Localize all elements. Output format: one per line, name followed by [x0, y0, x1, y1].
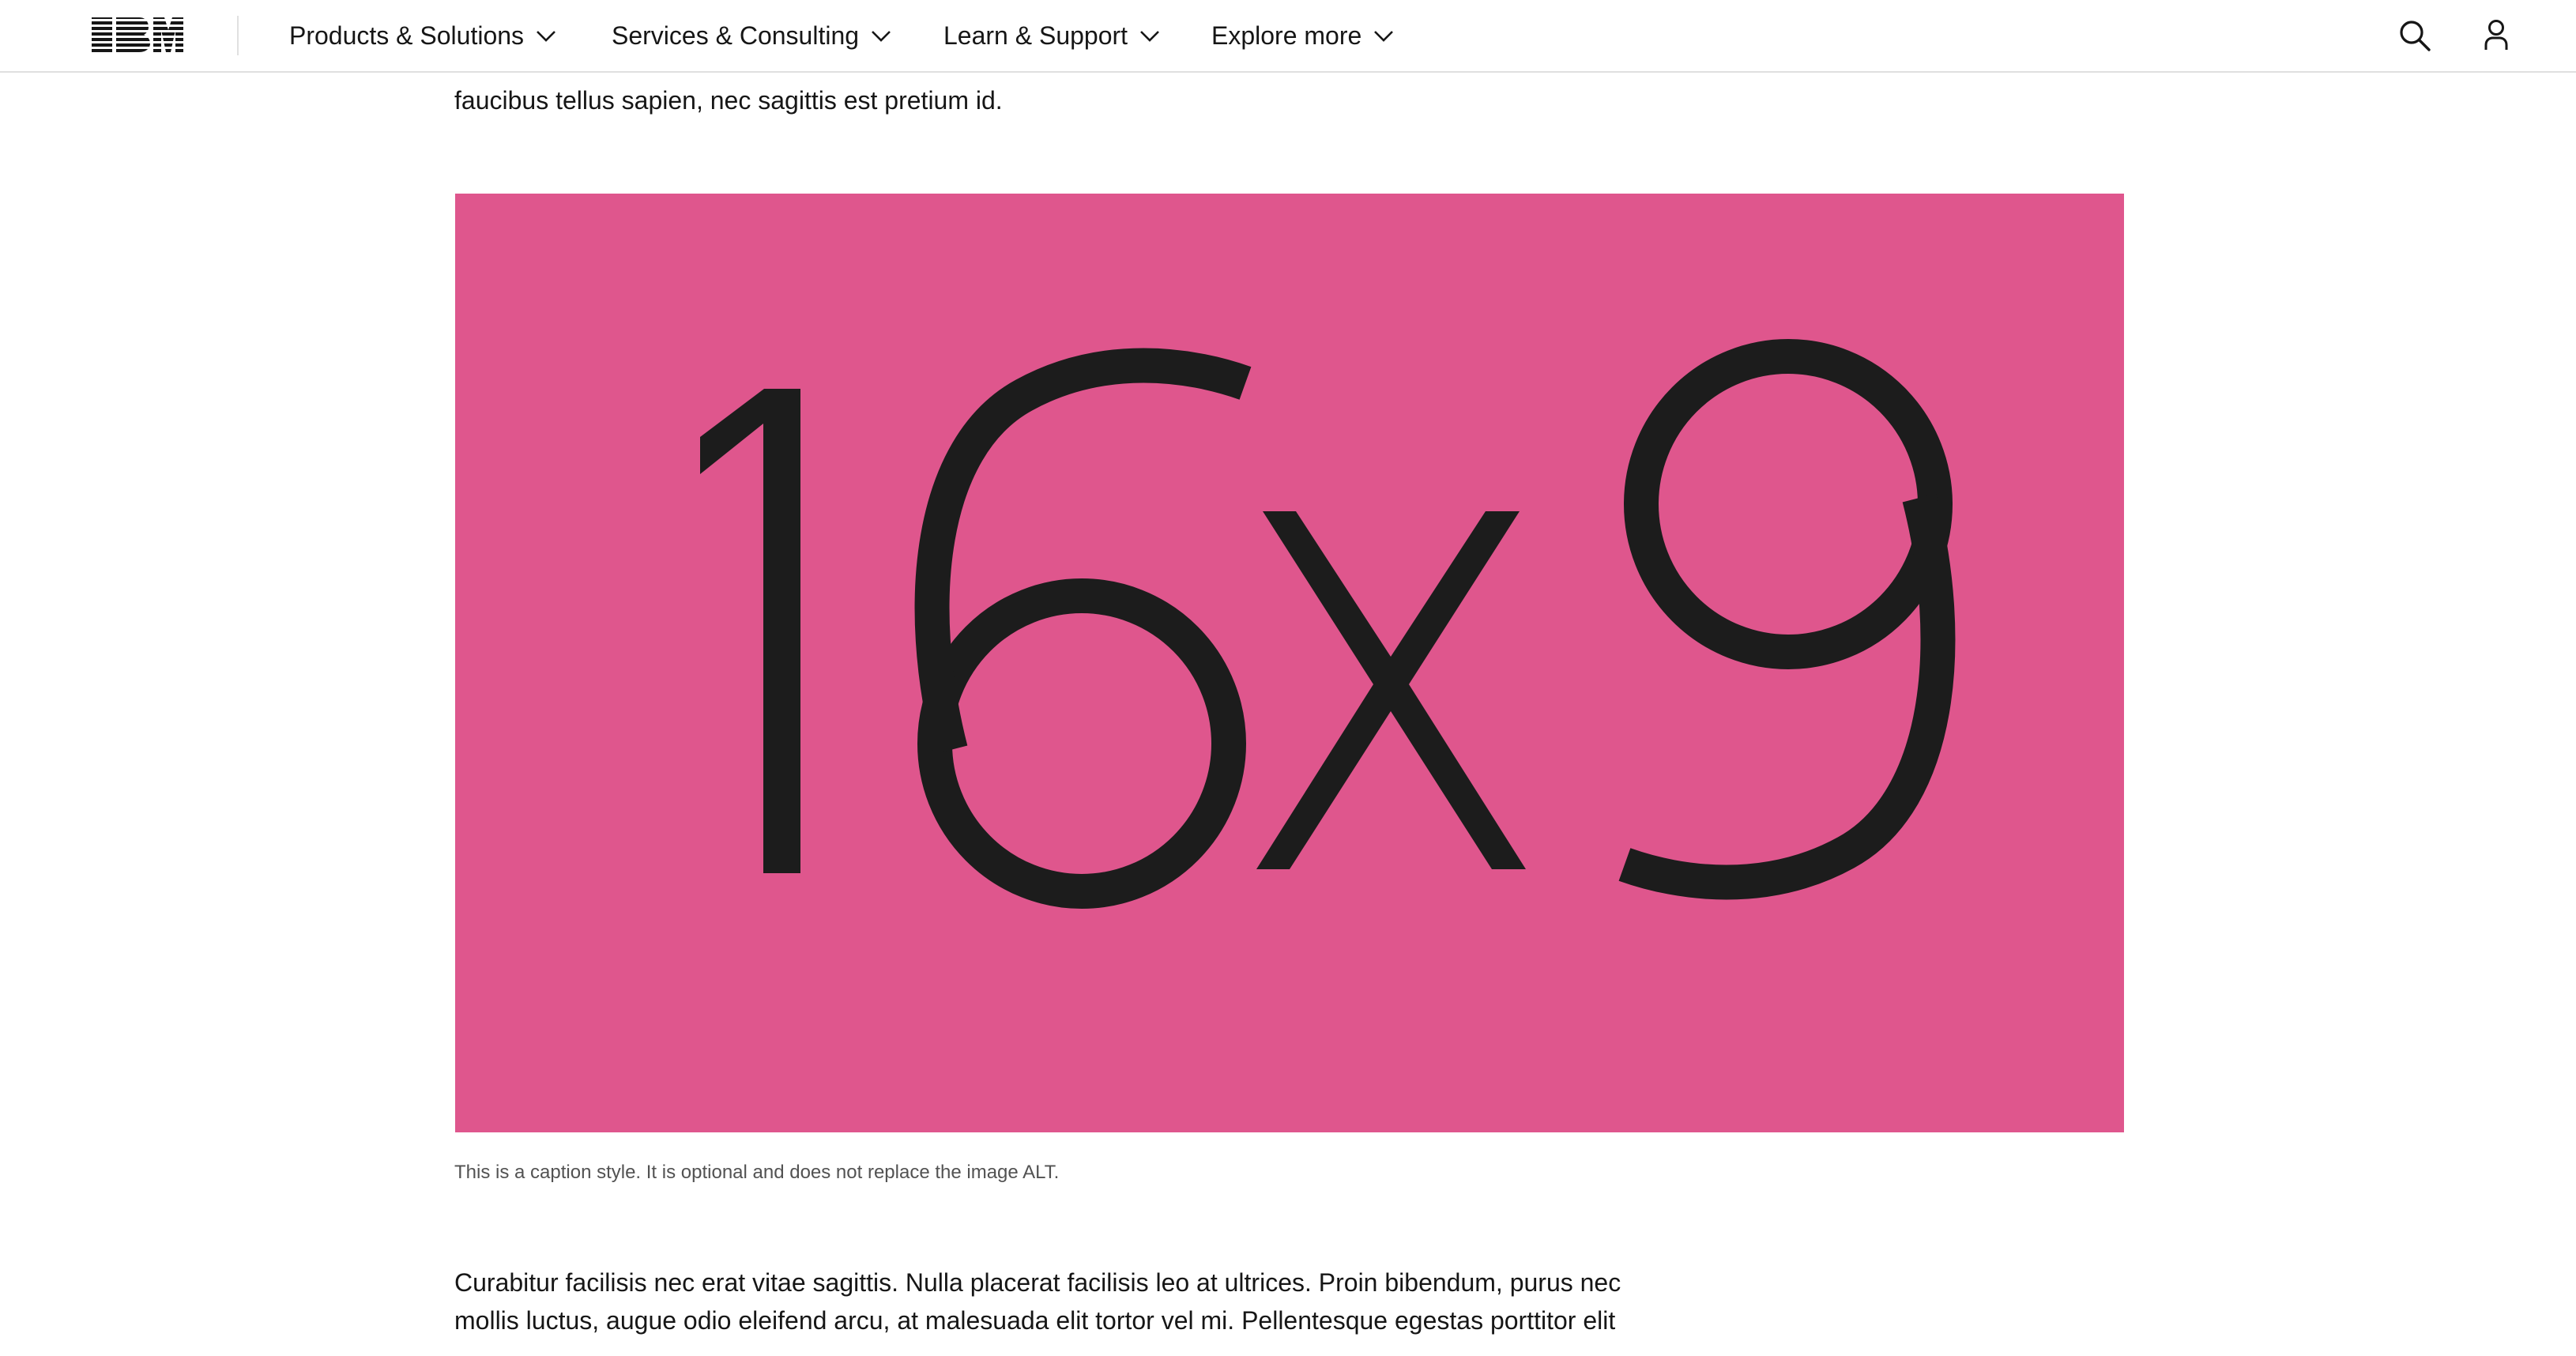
paragraph-line: mollis luctus, augue odio eleifend arcu,… — [454, 1306, 1616, 1335]
nav-explore-more[interactable]: Explore more — [1211, 0, 1395, 71]
paragraph-line: Curabitur facilisis nec erat vitae sagit… — [454, 1268, 1621, 1297]
body-paragraph: Curabitur facilisis nec erat vitae sagit… — [454, 1264, 1655, 1339]
masthead: Products & Solutions Services & Consulti… — [0, 0, 2576, 73]
user-icon — [2484, 20, 2508, 50]
ibm-logo[interactable] — [90, 16, 185, 54]
hero-image-16x9: 16x9 — [455, 194, 2124, 1132]
intro-paragraph-tail: faucibus tellus sapien, nec sagittis est… — [454, 86, 1003, 115]
ibm-logo-mark — [92, 17, 183, 52]
user-profile-button[interactable] — [2478, 17, 2514, 54]
hero-image-label — [700, 339, 1956, 909]
logo-divider — [237, 16, 239, 55]
nav-label: Explore more — [1211, 21, 1362, 50]
search-button[interactable] — [2397, 17, 2433, 54]
nav-learn-support[interactable]: Learn & Support — [943, 0, 1161, 71]
chevron-down-icon — [872, 31, 891, 42]
nav-products-solutions[interactable]: Products & Solutions — [289, 0, 557, 71]
nav-label: Products & Solutions — [289, 21, 525, 50]
chevron-down-icon — [537, 31, 555, 42]
chevron-down-icon — [1140, 31, 1159, 42]
nav-services-consulting[interactable]: Services & Consulting — [612, 0, 892, 71]
nav-label: Learn & Support — [943, 21, 1128, 50]
chevron-down-icon — [1374, 31, 1394, 42]
image-caption: This is a caption style. It is optional … — [454, 1162, 1060, 1183]
search-icon — [2400, 21, 2431, 51]
nav-label: Services & Consulting — [612, 21, 860, 50]
